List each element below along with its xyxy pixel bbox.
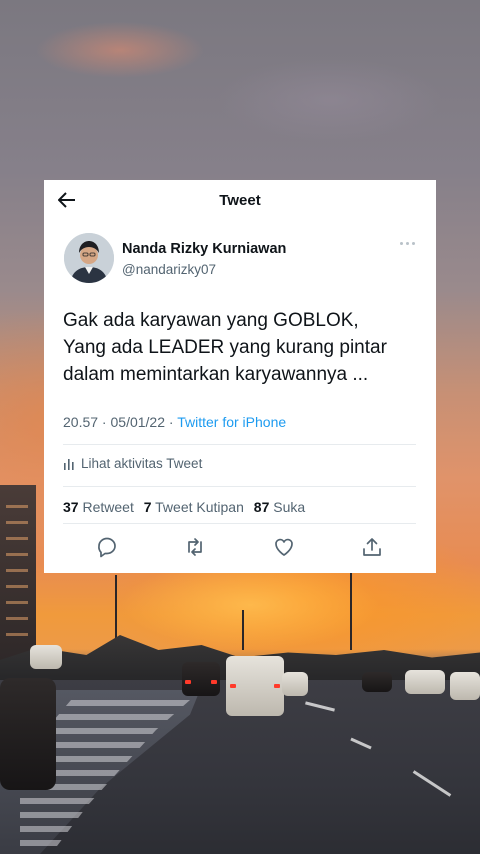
car	[362, 672, 392, 692]
avatar[interactable]	[64, 233, 114, 283]
author-name[interactable]: Nanda Rizky Kurniawan	[122, 241, 286, 257]
tweet-source-link[interactable]: Twitter for iPhone	[177, 414, 286, 430]
tweet-line: Yang ada LEADER yang kurang pintar	[63, 337, 387, 358]
tweet-meta: 20.57 · 05/01/22 · Twitter for iPhone	[63, 414, 286, 430]
like-label: Suka	[273, 499, 306, 515]
page-title: Tweet	[219, 192, 261, 209]
tweet-actions	[44, 535, 436, 561]
quote-count: 7	[143, 499, 152, 515]
quote-label: Tweet Kutipan	[155, 499, 244, 515]
car	[182, 662, 220, 696]
like-icon[interactable]	[272, 535, 296, 559]
divider	[63, 486, 416, 487]
sun-glow	[120, 560, 380, 650]
car	[30, 645, 62, 669]
share-icon[interactable]	[360, 535, 384, 559]
street-pole	[242, 610, 244, 650]
meta-separator: ·	[98, 414, 111, 430]
car	[405, 670, 445, 694]
meta-separator: ·	[165, 414, 178, 430]
activity-icon	[64, 458, 74, 470]
reply-icon[interactable]	[95, 535, 119, 559]
more-icon[interactable]	[400, 240, 416, 246]
street-pole	[350, 570, 352, 650]
divider	[63, 523, 416, 524]
tweet-stats: 37 Retweet 7 Tweet Kutipan 87 Suka	[63, 499, 305, 515]
retweet-label: Retweet	[82, 499, 134, 515]
street-pole	[115, 575, 117, 645]
like-count: 87	[253, 499, 270, 515]
author-handle[interactable]: @nandarizky07	[122, 262, 216, 277]
car	[226, 656, 284, 716]
tweet-text: Gak ada karyawan yang GOBLOK, Yang ada L…	[63, 307, 423, 388]
car	[0, 678, 56, 790]
view-activity-label: Lihat aktivitas Tweet	[81, 456, 203, 471]
retweet-stat[interactable]: 37 Retweet	[63, 499, 134, 515]
tweet-date: 05/01/22	[110, 414, 166, 430]
view-activity-link[interactable]: Lihat aktivitas Tweet	[63, 456, 202, 471]
car	[450, 672, 480, 700]
car	[282, 672, 308, 696]
tweet-line: dalam memintarkan karyawannya ...	[63, 364, 369, 385]
quote-stat[interactable]: 7 Tweet Kutipan	[144, 499, 244, 515]
like-stat[interactable]: 87 Suka	[254, 499, 305, 515]
divider	[63, 444, 416, 445]
tweet-time: 20.57	[63, 414, 99, 430]
tweet-card: Tweet Nanda Rizky Kurniawan @nandarizky0…	[44, 180, 436, 573]
tweet-line: Gak ada karyawan yang GOBLOK,	[63, 310, 359, 331]
retweet-count: 37	[63, 499, 79, 515]
tweet-header: Tweet	[44, 180, 436, 220]
retweet-icon[interactable]	[183, 535, 207, 559]
